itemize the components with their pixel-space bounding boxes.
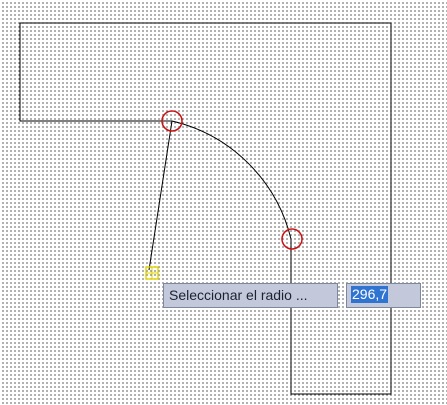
grip-marker-end[interactable] [281,228,303,250]
snap-marker-icon [145,266,159,280]
dynamic-input-field[interactable]: 296,7 [346,283,421,308]
dynamic-input-value[interactable]: 296,7 [351,286,389,303]
command-prompt-tooltip: Seleccionar el radio ... [163,283,338,308]
outline-polyline[interactable] [19,22,392,395]
drawing-canvas[interactable] [0,0,447,405]
rubber-band-line [148,120,173,271]
radius-arc[interactable] [171,120,292,240]
